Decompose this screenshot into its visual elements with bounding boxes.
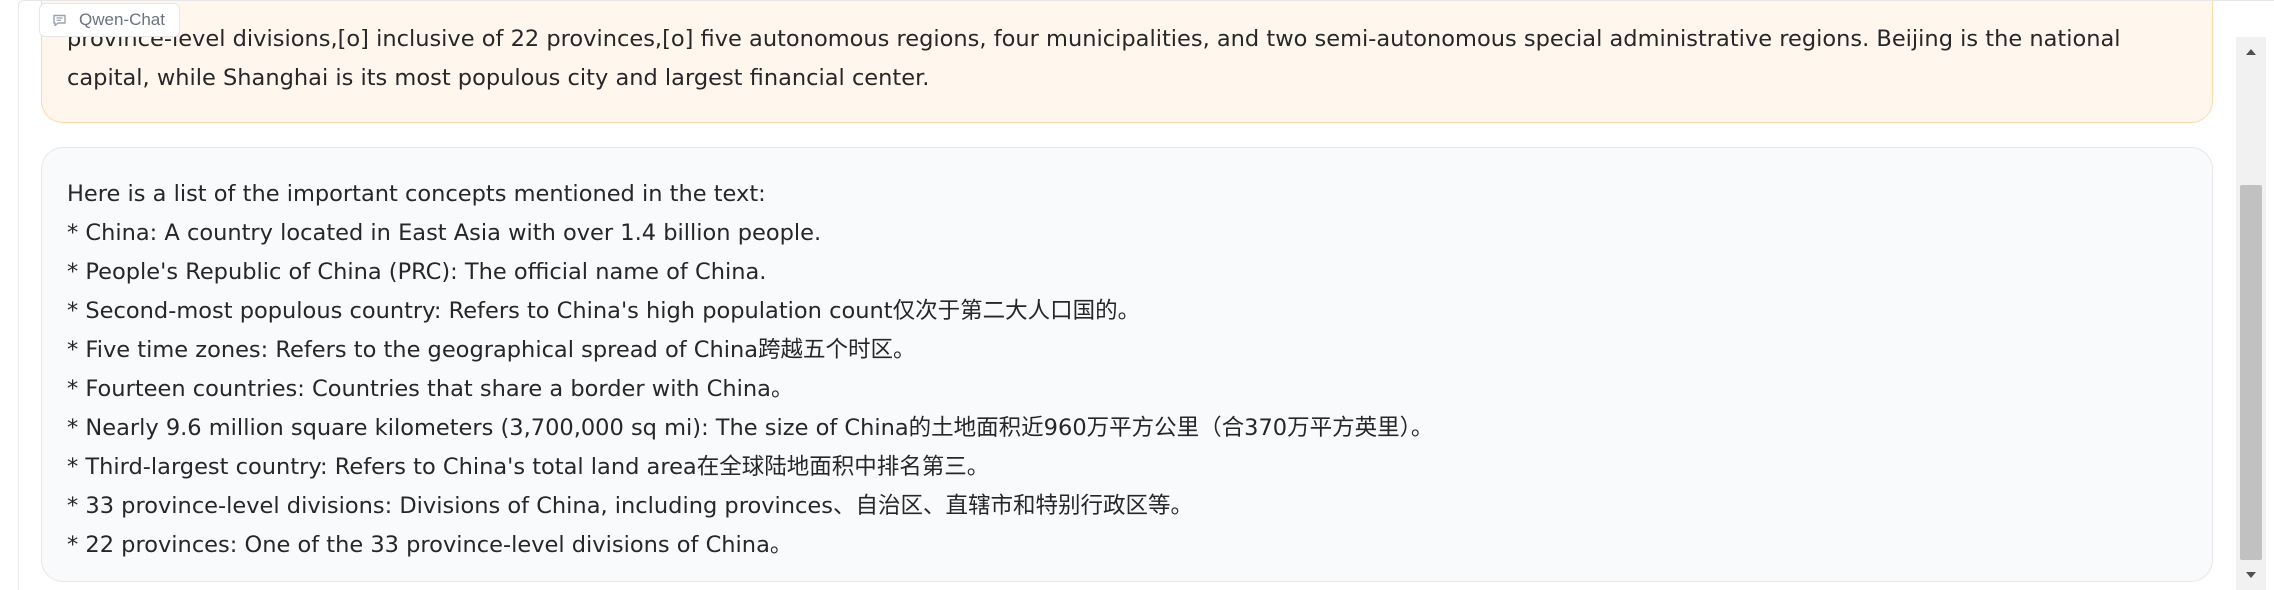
bot-message-line: * Third-largest country: Refers to China… (67, 454, 990, 480)
chat-icon (52, 13, 67, 28)
triangle-down-icon[interactable] (2236, 560, 2266, 590)
bot-message-line: * China: A country located in East Asia … (67, 220, 822, 246)
user-message-text: province-level divisions,[o] inclusive o… (67, 26, 2121, 91)
bot-message-line: * 22 provinces: One of the 33 province-l… (67, 532, 793, 558)
scroll-thumb[interactable] (2240, 185, 2262, 560)
bot-message-line: Here is a list of the important concepts… (67, 181, 766, 207)
bot-message-line: * 33 province-level divisions: Divisions… (67, 493, 1193, 519)
chatbot-label-text: Qwen-Chat (79, 10, 165, 29)
chatbot-panel: Qwen-Chat province-level divisions,[o] i… (18, 0, 2274, 590)
triangle-up-icon[interactable] (2236, 37, 2266, 67)
bot-message-line: * People's Republic of China (PRC): The … (67, 259, 767, 285)
vertical-scrollbar[interactable] (2236, 37, 2266, 590)
chat-messages[interactable]: province-level divisions,[o] inclusive o… (19, 1, 2235, 590)
bot-message-line: * Fourteen countries: Countries that sha… (67, 376, 794, 402)
bot-message-line: * Five time zones: Refers to the geograp… (67, 337, 916, 363)
bot-message-line: * Second-most populous country: Refers t… (67, 298, 1141, 324)
bot-message: Here is a list of the important concepts… (41, 147, 2213, 582)
user-message: province-level divisions,[o] inclusive o… (41, 1, 2213, 123)
bot-message-line: * Nearly 9.6 million square kilometers (… (67, 415, 1434, 441)
chatbot-label: Qwen-Chat (39, 3, 180, 37)
